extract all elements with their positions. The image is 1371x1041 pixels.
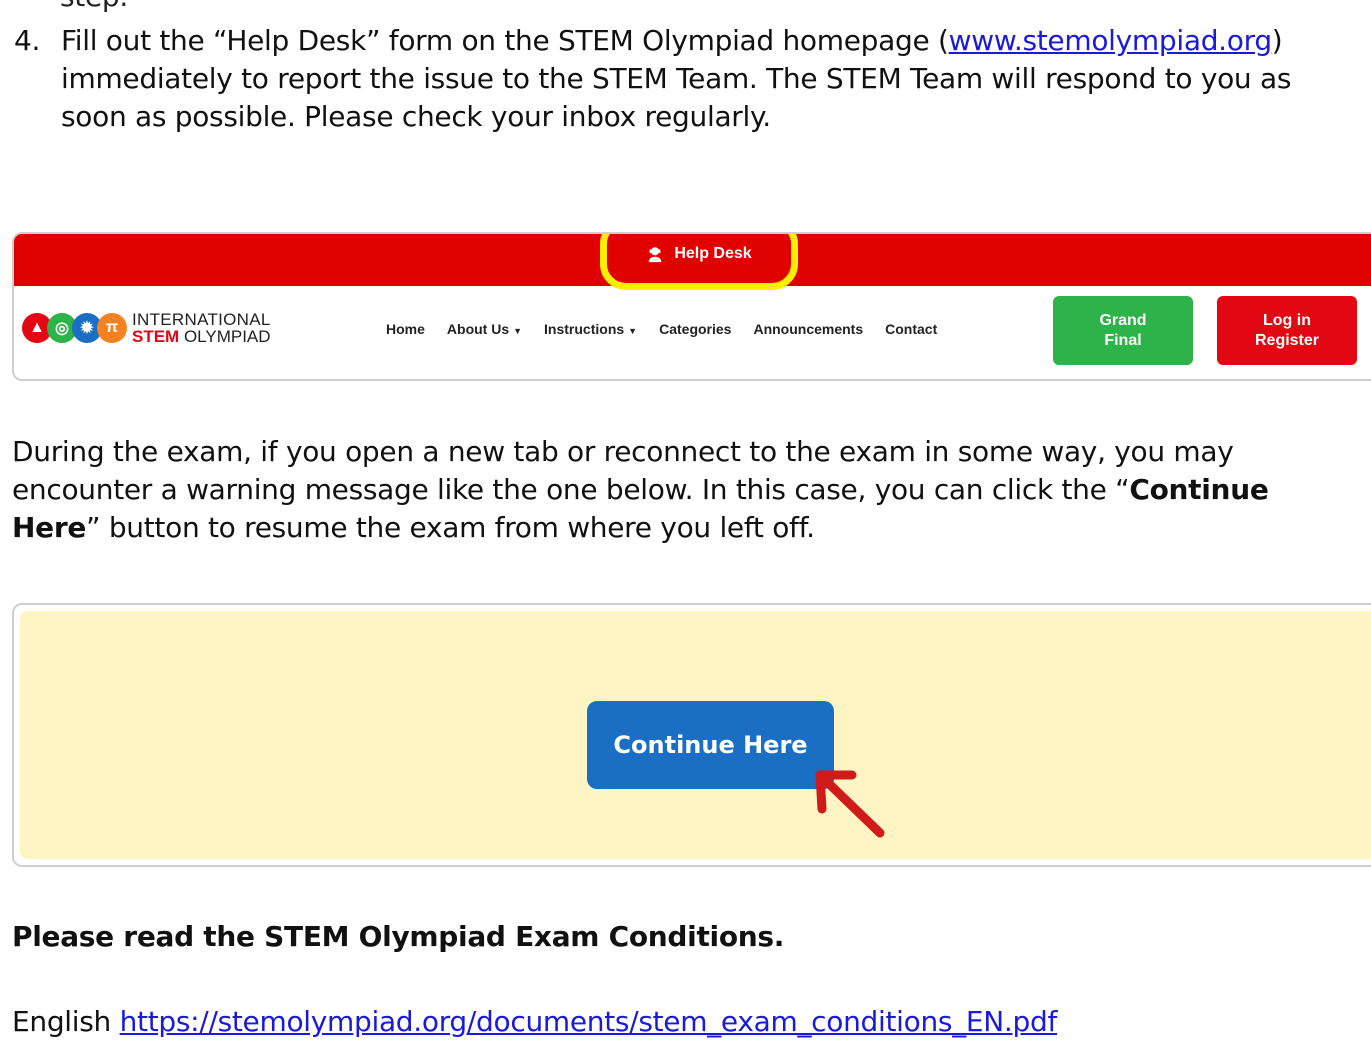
nav-home[interactable]: Home	[386, 321, 425, 337]
logo-olympiad-text: OLYMPIAD	[179, 327, 271, 346]
nav-announcements[interactable]: Announcements	[753, 321, 863, 337]
nav-screenshot: Help Desk ▲ ◎ ✹ π INTERNATIONAL STEM OLY…	[12, 232, 1371, 381]
grand-final-line1: Grand	[1099, 311, 1147, 329]
logo-text: INTERNATIONAL STEM OLYMPIAD	[132, 311, 271, 345]
help-desk-label: Help Desk	[674, 245, 752, 262]
warning-panel: Continue Here	[20, 611, 1371, 859]
login-register-button[interactable]: Log in Register	[1217, 296, 1357, 365]
homepage-link[interactable]: www.stemolympiad.org	[949, 24, 1272, 57]
logo-international: INTERNATIONAL	[132, 310, 271, 329]
olympiad-logo[interactable]: ▲ ◎ ✹ π INTERNATIONAL STEM OLYMPIAD	[22, 311, 271, 345]
nav-row: ▲ ◎ ✹ π INTERNATIONAL STEM OLYMPIAD Home…	[14, 286, 1371, 377]
reconnect-text-start: During the exam, if you open a new tab o…	[12, 435, 1234, 506]
caret-down-icon: ▼	[628, 326, 638, 336]
login-line2: Register	[1254, 331, 1320, 349]
nav-about-us[interactable]: About Us ▼	[447, 321, 522, 337]
exam-conditions-heading: Please read the STEM Olympiad Exam Condi…	[12, 920, 785, 953]
reconnect-text-end: ” button to resume the exam from where y…	[86, 511, 815, 544]
continue-here-button[interactable]: Continue Here	[587, 701, 834, 789]
english-conditions-link[interactable]: https://stemolympiad.org/documents/stem_…	[120, 1005, 1058, 1038]
nav-instructions[interactable]: Instructions ▼	[544, 321, 637, 337]
pointer-arrow-icon	[815, 770, 885, 838]
grand-final-button[interactable]: Grand Final	[1053, 296, 1193, 365]
reconnect-paragraph: During the exam, if you open a new tab o…	[12, 433, 1352, 547]
english-label: English	[12, 1005, 120, 1038]
support-agent-icon	[649, 247, 662, 263]
nav-links: Home About Us ▼ Instructions ▼ Categories …	[386, 321, 937, 337]
help-desk-button[interactable]: Help Desk	[600, 234, 798, 290]
nav-instructions-label: Instructions	[544, 321, 625, 337]
caret-down-icon: ▼	[513, 326, 523, 336]
pi-icon: π	[97, 313, 127, 343]
step-4-text: Fill out the “Help Desk” form on the STE…	[61, 22, 1351, 136]
login-line1: Log in	[1263, 311, 1311, 329]
step-4-text-start: Fill out the “Help Desk” form on the STE…	[61, 24, 949, 57]
clipped-text-line: step.	[60, 0, 128, 16]
nav-categories[interactable]: Categories	[659, 321, 731, 337]
continue-screenshot: Continue Here	[12, 603, 1371, 867]
nav-contact[interactable]: Contact	[885, 321, 937, 337]
logo-stem-text: STEM	[132, 327, 180, 346]
grand-final-line2: Final	[1104, 331, 1142, 349]
english-row: English https://stemolympiad.org/documen…	[12, 1003, 1057, 1041]
step-number: 4.	[14, 24, 41, 57]
nav-about-us-label: About Us	[446, 321, 510, 337]
logo-stem-olympiad: STEM OLYMPIAD	[132, 328, 271, 345]
